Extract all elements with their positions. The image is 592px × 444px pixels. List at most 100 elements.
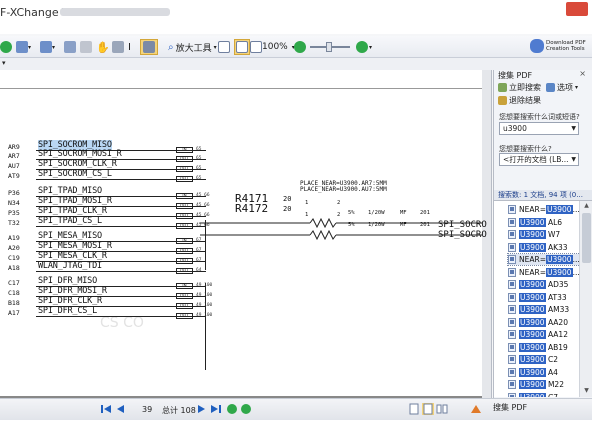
previous-page-icon[interactable]	[114, 403, 126, 415]
zoom-out-icon[interactable]	[294, 39, 306, 55]
search-result-item[interactable]: NEAR=U3900...	[507, 253, 579, 266]
search-result-item[interactable]: U3900 AL6	[508, 217, 562, 228]
net-direction-tag: OUT	[176, 293, 193, 299]
panel-options-icon[interactable]	[470, 403, 482, 415]
net-name[interactable]: SPI_DFR_CLK_R	[38, 296, 102, 306]
first-page-icon[interactable]	[100, 403, 112, 415]
net-name[interactable]: SPI_DFR_MISO	[38, 276, 97, 286]
undo-dropdown-icon[interactable]: ▾	[16, 39, 31, 55]
pdf-result-icon	[508, 355, 516, 364]
net-name[interactable]: SPI_SOCROM_CLK_R	[38, 159, 117, 169]
single-page-view-icon[interactable]	[408, 403, 420, 415]
go-back-green-icon[interactable]	[226, 403, 238, 415]
fit-width-icon[interactable]	[234, 39, 250, 55]
search-options-button[interactable]: 选项 ▾	[546, 82, 578, 93]
fit-page-icon[interactable]	[218, 39, 230, 55]
exit-results-button[interactable]: 退除结果	[498, 95, 541, 106]
text-select-icon[interactable]	[80, 39, 92, 55]
net-name[interactable]: SPI_TPAD_MOSI_R	[38, 196, 112, 206]
back-green-icon[interactable]	[0, 39, 12, 55]
search-result-text: U3900 W7	[519, 230, 561, 239]
text-cursor-icon[interactable]: Ⅰ	[128, 39, 131, 55]
zoom-tool-button[interactable]: ⌕ 放大工具 ▾	[168, 39, 217, 55]
chevron-down-icon[interactable]: ▼	[571, 154, 576, 165]
search-result-item[interactable]: U3900 AA20	[508, 317, 568, 328]
net-name[interactable]: SPI_MESA_CLK_R	[38, 251, 107, 261]
net-page-ref: 45 66	[196, 203, 210, 208]
actual-size-icon[interactable]	[250, 39, 262, 55]
search-input[interactable]: u3900 ▼	[499, 122, 579, 135]
chevron-down-icon[interactable]: ▼	[571, 123, 576, 134]
facing-view-icon[interactable]	[436, 403, 448, 415]
download-icon	[530, 39, 544, 53]
exit-results-icon	[498, 96, 507, 105]
hand-tool-icon[interactable]: ✋	[96, 39, 110, 55]
search-result-item[interactable]: U3900 AK33	[508, 242, 568, 253]
next-page-icon[interactable]	[196, 403, 208, 415]
search-result-item[interactable]: U3900 A4	[508, 367, 558, 378]
search-result-item[interactable]: U3900 W7	[508, 229, 560, 240]
net-name[interactable]: SPI_DFR_CS_L	[38, 306, 97, 316]
pdf-result-icon	[508, 230, 516, 239]
search-result-item[interactable]: NEAR=U3900...	[508, 204, 579, 215]
search-result-item[interactable]: U3900 C7	[508, 392, 558, 397]
search-result-item[interactable]: U3900 AM33	[508, 304, 569, 315]
search-result-text: U3900 AB19	[519, 342, 568, 352]
search-result-item[interactable]: NEAR=U3900...	[508, 267, 579, 278]
scrollbar-thumb[interactable]	[582, 213, 591, 263]
net-direction-tag: OUT	[176, 213, 193, 219]
total-pages-label: 总计 108	[162, 406, 196, 415]
go-forward-green-icon[interactable]	[240, 403, 252, 415]
zoom-slider[interactable]	[310, 39, 350, 55]
search-result-item[interactable]: U3900 M22	[508, 379, 564, 390]
document-view[interactable]: CS CO AR9 SPI_SOCROM_MISO IN 65 AR7 SPI_SOCRO…	[0, 70, 492, 398]
redo-dropdown-icon[interactable]: ▾	[40, 39, 55, 55]
net-pin-number: B18	[8, 299, 20, 307]
search-result-item[interactable]: U3900 C2	[508, 354, 558, 365]
snapshot-icon[interactable]	[64, 39, 76, 55]
net-name[interactable]: SPI_MESA_MISO	[38, 231, 102, 241]
net-pin-number: A20	[8, 244, 20, 252]
search-result-item[interactable]: U3900 AA12	[508, 329, 568, 340]
net-direction-tag: OUT	[176, 166, 193, 172]
net-name[interactable]: SPI_SOCROM_CS_L	[38, 169, 112, 179]
zoom-in-icon[interactable]: ▾	[356, 39, 372, 55]
results-scrollbar[interactable]: ▲ ▼	[579, 201, 592, 397]
close-window-button[interactable]	[566, 2, 588, 16]
search-result-item[interactable]: U3900 AT33	[508, 292, 567, 303]
download-pdf-tools-button[interactable]: Download PDF Creation Tools	[530, 36, 586, 56]
search-scope-select[interactable]: <打开的文档 (LB... ▼	[499, 153, 579, 166]
continuous-view-icon[interactable]	[422, 403, 434, 415]
last-page-icon[interactable]	[210, 403, 222, 415]
net-name[interactable]: SPI_MESA_MOSI_R	[38, 241, 112, 251]
secondary-toolbar: ▾	[0, 58, 592, 70]
pdf-result-icon	[508, 342, 516, 352]
below-window-area	[0, 420, 592, 444]
panel-close-icon[interactable]: ×	[579, 69, 586, 78]
net-direction-tag: OUT	[176, 156, 193, 162]
zoom-level-select[interactable]: 100% ▾	[262, 39, 295, 55]
net-name[interactable]: SPI_TPAD_CLK_R	[38, 206, 107, 216]
marquee-tool-icon[interactable]	[140, 39, 158, 55]
magnifier-icon: ⌕	[168, 41, 174, 53]
net-name[interactable]: SPI_DFR_MOSI_R	[38, 286, 107, 296]
net-pin-number: P35	[8, 209, 20, 217]
net-name[interactable]: SPI_SOCROM_MOSI_R	[38, 149, 122, 159]
net-page-ref: 49 100	[196, 313, 213, 318]
current-page-input[interactable]: 39	[142, 405, 152, 414]
instant-search-button[interactable]: 立即搜索	[498, 82, 541, 93]
resistor-r4171-pin1: 1	[305, 200, 309, 206]
net-direction-tag: OUT	[176, 176, 193, 182]
net-direction-tag: IN	[176, 193, 193, 199]
net-name[interactable]: SPI_TPAD_CS_L	[38, 216, 102, 226]
net-name[interactable]: SPI_TPAD_MISO	[38, 186, 102, 196]
net-name[interactable]: WLAN_JTAG_TDI	[38, 261, 102, 271]
select-tool-icon[interactable]	[112, 39, 124, 55]
toolbar-dropdown-icon[interactable]: ▾	[2, 59, 6, 67]
net-page-ref: 49 100	[196, 303, 213, 308]
search-result-item[interactable]: U3900 AB19	[508, 342, 568, 353]
search-result-item[interactable]: U3900 AD35	[508, 279, 568, 290]
search-result-text: U3900 C2	[519, 355, 558, 364]
search-panel-tab[interactable]: 搜集 PDF	[493, 402, 527, 413]
net-pin-number: C18	[8, 289, 20, 297]
